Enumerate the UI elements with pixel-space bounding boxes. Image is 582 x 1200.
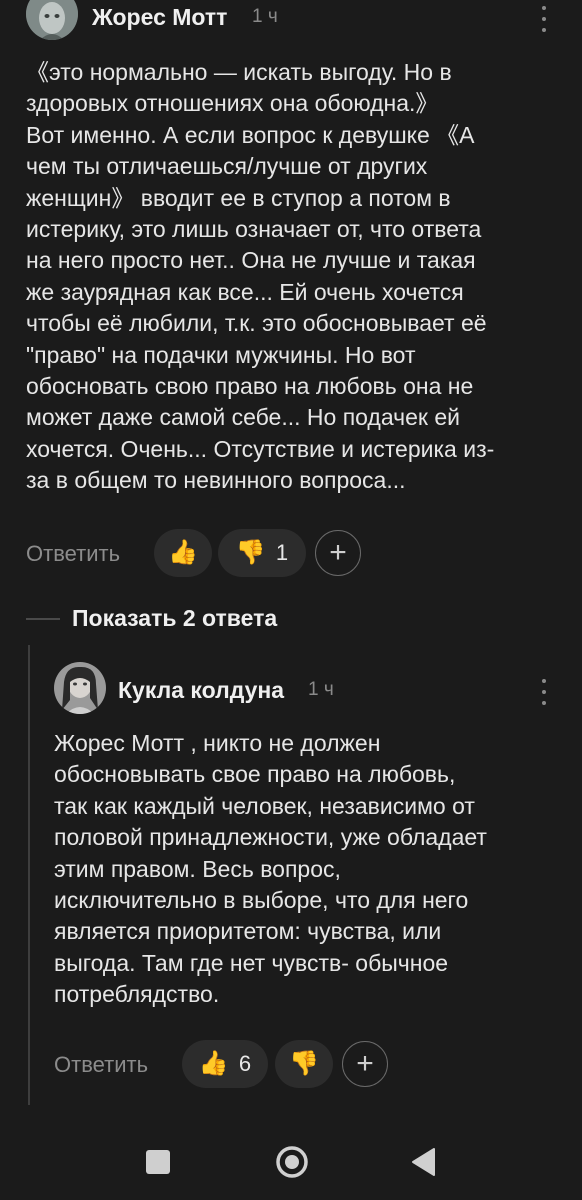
- nav-recents-button[interactable]: [146, 1150, 170, 1174]
- plus-icon: +: [329, 536, 347, 569]
- reply-author-avatar[interactable]: [54, 662, 106, 714]
- author-name[interactable]: Жорес Мотт: [92, 4, 227, 31]
- add-reaction-button[interactable]: +: [315, 530, 361, 576]
- thumbs-down-icon: 👎: [289, 1050, 319, 1077]
- thumbs-down-icon: 👎: [235, 539, 266, 566]
- reply-like-button[interactable]: 👍 6: [182, 1040, 268, 1088]
- reply-time: 1 ч: [308, 679, 334, 700]
- dislike-count: 1: [275, 540, 289, 565]
- dislike-button[interactable]: 👎 1: [218, 529, 306, 577]
- back-triangle-icon: [412, 1148, 435, 1176]
- nav-back-button[interactable]: [410, 1147, 436, 1177]
- plus-icon: +: [356, 1047, 374, 1080]
- reply-text: Жорес Мотт , никто не должен обосновыват…: [54, 730, 487, 1008]
- reply-like-count: 6: [238, 1051, 252, 1076]
- reply-reply-button[interactable]: Ответить: [54, 1052, 148, 1078]
- comment-time: 1 ч: [252, 6, 278, 27]
- reply-author-name[interactable]: Кукла колдуна: [118, 677, 284, 704]
- like-button[interactable]: 👍: [154, 529, 212, 577]
- thumbs-up-icon: 👍: [168, 539, 198, 566]
- thumbs-up-icon: 👍: [198, 1050, 229, 1077]
- reply-button[interactable]: Ответить: [26, 541, 120, 567]
- show-replies-button[interactable]: Показать 2 ответа: [72, 605, 277, 632]
- avatar-image: [26, 0, 78, 40]
- more-options-icon[interactable]: [534, 6, 554, 32]
- thread-line: [28, 645, 30, 1105]
- avatar-image: [54, 662, 106, 714]
- reply-dislike-button[interactable]: 👎: [275, 1040, 333, 1088]
- reply-add-reaction-button[interactable]: +: [342, 1041, 388, 1087]
- nav-home-button[interactable]: [275, 1145, 309, 1179]
- reply-more-options-icon[interactable]: [534, 679, 554, 705]
- replies-divider: [26, 618, 60, 620]
- comment-text: 《это нормально — искать выгоду. Но в здо…: [26, 59, 495, 494]
- home-circle-icon: [276, 1146, 308, 1178]
- author-avatar[interactable]: [26, 0, 78, 40]
